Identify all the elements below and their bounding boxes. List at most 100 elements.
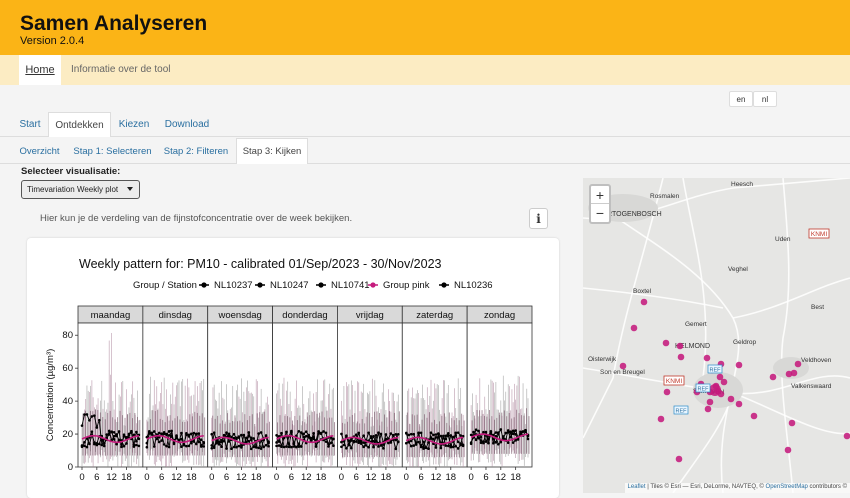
- map-place-label: Boxtel: [633, 288, 652, 295]
- facet-label: maandag: [91, 310, 131, 321]
- osm-link[interactable]: OpenStreetMap: [766, 484, 808, 490]
- x-tick-label: 0: [404, 472, 409, 483]
- caret-down-icon: [127, 187, 133, 191]
- nav-home-link[interactable]: Home: [19, 55, 61, 85]
- tab-overzicht[interactable]: Overzicht: [13, 138, 66, 164]
- station-marker: [619, 362, 627, 370]
- tab-stap2[interactable]: Stap 2: Filteren: [160, 138, 232, 164]
- map-canvas[interactable]: HeeschRosmalen'S-HERTOGENBOSCHUdenVeghel…: [583, 178, 850, 493]
- visualisation-select[interactable]: Timevariation Weekly plot: [21, 180, 140, 199]
- weekly-plot-chart: Weekly pattern for: PM10 - calibrated 01…: [45, 257, 533, 483]
- legend-swatch-point: [257, 282, 263, 288]
- knmi-badge-label: KNMI: [666, 378, 682, 385]
- station-map[interactable]: Heesch Rosmalen 'S-HERTOGENBOSCH Uden Veghel…: [583, 178, 850, 493]
- main-tabs: Start Ontdekken Kiezen Download: [0, 112, 850, 137]
- attribution-text: | Tiles © Esri — Esri, DeLorme, NAVTEQ, …: [645, 484, 766, 490]
- visualisation-description: Hier kun je de verdeling van de fijnstof…: [40, 213, 353, 224]
- map-place-label: Heesch: [731, 181, 753, 188]
- map-place-label: Oisterwijk: [588, 356, 617, 363]
- tab-download[interactable]: Download: [158, 112, 216, 137]
- x-tick-label: 18: [445, 472, 456, 483]
- tab-start[interactable]: Start: [13, 112, 47, 137]
- top-navbar: Home Informatie over de tool: [0, 55, 850, 85]
- legend-swatch-point: [441, 282, 447, 288]
- station-marker: [676, 342, 684, 350]
- tab-stap3[interactable]: Stap 3: Kijken: [236, 138, 308, 164]
- station-marker: [703, 354, 711, 362]
- x-tick-label: 12: [171, 472, 182, 483]
- tab-ontdekken[interactable]: Ontdekken: [48, 112, 111, 137]
- x-tick-label: 12: [236, 472, 247, 483]
- facet-panel: donderdag 0 6 12 18: [272, 305, 338, 483]
- station-marker: [735, 400, 743, 408]
- map-place-label: Geldrop: [733, 339, 757, 346]
- x-tick-label: 0: [79, 472, 84, 483]
- legend-swatch-point: [370, 282, 376, 288]
- station-marker: [735, 361, 743, 369]
- facet-label: dinsdag: [159, 310, 192, 321]
- tab-kiezen[interactable]: Kiezen: [113, 112, 155, 137]
- ref-badge-label: REF: [676, 409, 688, 415]
- x-tick-label: 18: [186, 472, 197, 483]
- tab-stap1[interactable]: Stap 1: Selecteren: [70, 138, 155, 164]
- map-road: [602, 207, 740, 493]
- station-marker: [843, 432, 850, 440]
- station-marker: [720, 378, 728, 386]
- ref-badge-label: REF: [698, 387, 710, 393]
- legend-entry: NL10236: [454, 280, 493, 291]
- visualisation-select-value: Timevariation Weekly plot: [27, 185, 119, 194]
- map-place-label: Best: [811, 304, 824, 311]
- map-place-label: Son en Breugel: [600, 369, 645, 376]
- x-tick-label: 0: [144, 472, 149, 483]
- map-road: [780, 178, 794, 493]
- chart-title: Weekly pattern for: PM10 - calibrated 01…: [79, 257, 442, 271]
- zoom-out-button[interactable]: −: [591, 204, 609, 222]
- x-tick-label: 12: [431, 472, 442, 483]
- visualisation-label: Selecteer visualisatie:: [21, 166, 121, 177]
- station-marker: [784, 446, 792, 454]
- x-tick-label: 6: [289, 472, 294, 483]
- x-tick-label: 18: [121, 472, 132, 483]
- facet-label: donderdag: [282, 310, 327, 321]
- station-marker: [706, 398, 714, 406]
- knmi-badge-label: KNMI: [811, 231, 827, 238]
- nav-info-link[interactable]: Informatie over de tool: [71, 64, 171, 75]
- lang-en-button[interactable]: en: [729, 91, 753, 107]
- map-place-label: Veghel: [728, 266, 748, 273]
- facet-label: zaterdag: [416, 310, 453, 321]
- station-marker: [788, 419, 796, 427]
- station-marker: [630, 324, 638, 332]
- station-marker: [675, 455, 683, 463]
- y-tick-label: 40: [62, 396, 73, 407]
- station-marker: [727, 395, 735, 403]
- x-tick-label: 6: [159, 472, 164, 483]
- station-marker: [769, 373, 777, 381]
- app-version: Version 2.0.4: [20, 35, 85, 47]
- map-road: [732, 277, 850, 319]
- y-tick-label: 0: [68, 462, 73, 473]
- station-marker: [717, 390, 725, 398]
- facet-panel: maandag 0 6 12 18: [77, 305, 144, 483]
- attribution-end: contributors ©: [807, 484, 847, 490]
- station-marker: [790, 369, 798, 377]
- zoom-in-button[interactable]: +: [591, 186, 609, 204]
- lang-nl-button[interactable]: nl: [753, 91, 777, 107]
- sub-tabs: Overzicht Stap 1: Selecteren Stap 2: Fil…: [0, 138, 850, 164]
- station-marker: [750, 412, 758, 420]
- station-marker: [704, 405, 712, 413]
- leaflet-link[interactable]: Leaflet: [628, 484, 646, 490]
- map-place-label: Uden: [775, 236, 791, 243]
- info-button[interactable]: i: [529, 208, 548, 229]
- x-tick-label: 18: [316, 472, 327, 483]
- x-tick-label: 12: [301, 472, 312, 483]
- x-tick-label: 6: [224, 472, 229, 483]
- x-tick-label: 0: [339, 472, 344, 483]
- app-title: Samen Analyseren: [20, 12, 208, 35]
- map-place-label: Gemert: [685, 321, 707, 328]
- facet-label: woensdag: [217, 310, 261, 321]
- x-tick-label: 0: [468, 472, 473, 483]
- x-tick-label: 6: [354, 472, 359, 483]
- station-marker: [794, 360, 802, 368]
- y-axis-label: Concentration (µg/m³): [45, 349, 56, 442]
- x-tick-label: 0: [209, 472, 214, 483]
